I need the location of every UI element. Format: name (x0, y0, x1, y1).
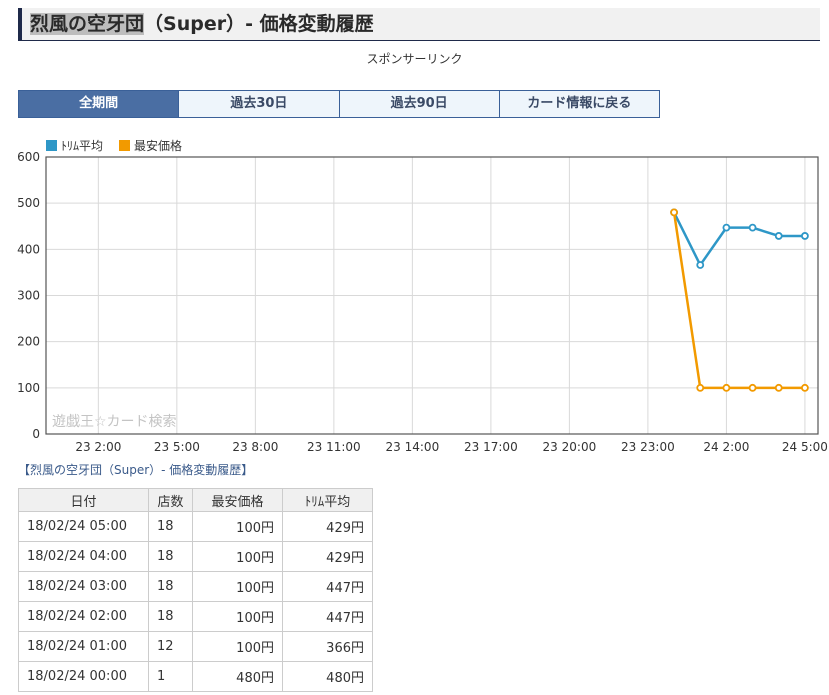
table-row: 18/02/24 05:00 18 100円 429円 (18, 511, 373, 542)
page-title-rest: （Super）- 価格変動履歴 (144, 13, 374, 35)
data-point (774, 232, 783, 240)
x-tick-label: 23 17:00 (464, 440, 518, 454)
cell-lowest-price: 100円 (192, 541, 283, 572)
data-point (801, 383, 809, 392)
cell-trim-average: 447円 (282, 571, 373, 602)
table-row: 18/02/24 04:00 18 100円 429円 (18, 541, 373, 572)
cell-shops: 18 (148, 541, 193, 572)
page-title-highlight: 烈風の空牙団 (30, 13, 145, 35)
cell-date: 18/02/24 00:00 (18, 661, 149, 692)
column-header-shops: 店数 (148, 488, 193, 512)
sponsor-label: スポンサーリンク (366, 52, 463, 66)
data-point (801, 232, 809, 240)
legend-label-trim-average: ﾄﾘﾑ平均 (61, 139, 104, 153)
x-tick-label: 23 11:00 (307, 440, 361, 454)
page-title: 烈風の空牙団（Super）- 価格変動履歴 (30, 11, 374, 37)
cell-trim-average: 429円 (282, 511, 373, 542)
series-line-trim-average (672, 211, 805, 267)
cell-trim-average: 447円 (282, 601, 373, 632)
x-tick-label: 23 2:00 (75, 440, 121, 454)
y-tick-label: 200 (17, 335, 40, 349)
cell-date: 18/02/24 04:00 (18, 541, 149, 572)
cell-lowest-price: 100円 (192, 511, 283, 542)
cell-lowest-price: 480円 (192, 661, 283, 692)
table-row: 18/02/24 02:00 18 100円 447円 (18, 601, 373, 632)
cell-lowest-price: 100円 (192, 571, 283, 602)
x-tick-label: 23 8:00 (232, 440, 278, 454)
y-tick-label: 500 (17, 196, 40, 210)
cell-shops: 12 (148, 631, 193, 662)
data-point (696, 383, 705, 392)
cell-shops: 18 (148, 601, 193, 632)
cell-shops: 18 (148, 511, 193, 542)
x-tick-label: 23 20:00 (543, 440, 597, 454)
tab-all-period[interactable]: 全期間 (19, 91, 179, 117)
table-row: 18/02/24 03:00 18 100円 447円 (18, 571, 373, 602)
cell-shops: 1 (148, 661, 193, 692)
cell-lowest-price: 100円 (192, 601, 283, 632)
cell-date: 18/02/24 03:00 (18, 571, 149, 602)
legend-label-lowest-price: 最安価格 (134, 139, 183, 153)
data-point (722, 383, 731, 392)
data-point (722, 223, 731, 232)
legend-item-lowest-price[interactable]: 最安価格 (119, 137, 182, 154)
legend-swatch-lowest-price (119, 140, 131, 151)
chart-watermark: 遊戯王☆カード検索 (52, 413, 177, 430)
cell-date: 18/02/24 05:00 (18, 511, 149, 542)
tab-back-to-card-info[interactable]: カード情報に戻る (498, 91, 659, 117)
cell-trim-average: 366円 (282, 631, 373, 662)
price-history-table: 日付 店数 最安価格 ﾄﾘﾑ平均 18/02/24 05:00 18 100円 … (18, 488, 373, 692)
x-tick-label: 23 14:00 (386, 440, 440, 454)
cell-trim-average: 480円 (282, 661, 373, 692)
y-tick-label: 400 (17, 242, 40, 256)
data-point (696, 261, 705, 269)
cell-lowest-price: 100円 (192, 631, 283, 662)
x-tick-label: 24 2:00 (703, 440, 749, 454)
price-history-chart: 0 100 200 300 400 500 600 23 2:00 23 5:00 23 8:00… (17, 150, 828, 454)
chart-caption: 【烈風の空牙団（Super）- 価格変動履歴】 (18, 463, 254, 477)
y-tick-label: 100 (17, 381, 40, 395)
column-header-trim-average: ﾄﾘﾑ平均 (282, 488, 373, 512)
table-header-row: 日付 店数 最安価格 ﾄﾘﾑ平均 (18, 488, 373, 512)
page-title-bar: 烈風の空牙団（Super）- 価格変動履歴 (18, 8, 820, 41)
chart-legend: ﾄﾘﾑ平均 最安価格 (46, 137, 182, 154)
column-header-lowest-price: 最安価格 (192, 488, 283, 512)
cell-date: 18/02/24 02:00 (18, 601, 149, 632)
cell-shops: 18 (148, 571, 193, 602)
tab-past-30-days[interactable]: 過去30日 (178, 91, 339, 117)
data-point (774, 383, 783, 392)
legend-swatch-trim-average (46, 140, 57, 151)
cell-date: 18/02/24 01:00 (18, 631, 149, 662)
data-point (748, 383, 757, 392)
period-tabs: 全期間 過去30日 過去90日 カード情報に戻る (18, 90, 660, 118)
x-tick-label: 23 23:00 (621, 440, 675, 454)
y-tick-label: 600 (17, 150, 40, 164)
cell-trim-average: 429円 (282, 541, 373, 572)
table-row: 18/02/24 01:00 12 100円 366円 (18, 631, 373, 662)
x-tick-label: 24 5:00 (782, 440, 828, 454)
data-point (670, 208, 678, 217)
data-point (748, 223, 757, 232)
tab-past-90-days[interactable]: 過去90日 (338, 91, 499, 117)
y-tick-label: 300 (17, 289, 40, 303)
column-header-date: 日付 (18, 488, 149, 512)
x-tick-label: 23 5:00 (154, 440, 200, 454)
y-tick-label: 0 (32, 427, 40, 441)
series-line-lowest-price (672, 212, 805, 390)
legend-item-trim-average[interactable]: ﾄﾘﾑ平均 (46, 137, 103, 154)
table-row: 18/02/24 00:00 1 480円 480円 (18, 661, 373, 692)
